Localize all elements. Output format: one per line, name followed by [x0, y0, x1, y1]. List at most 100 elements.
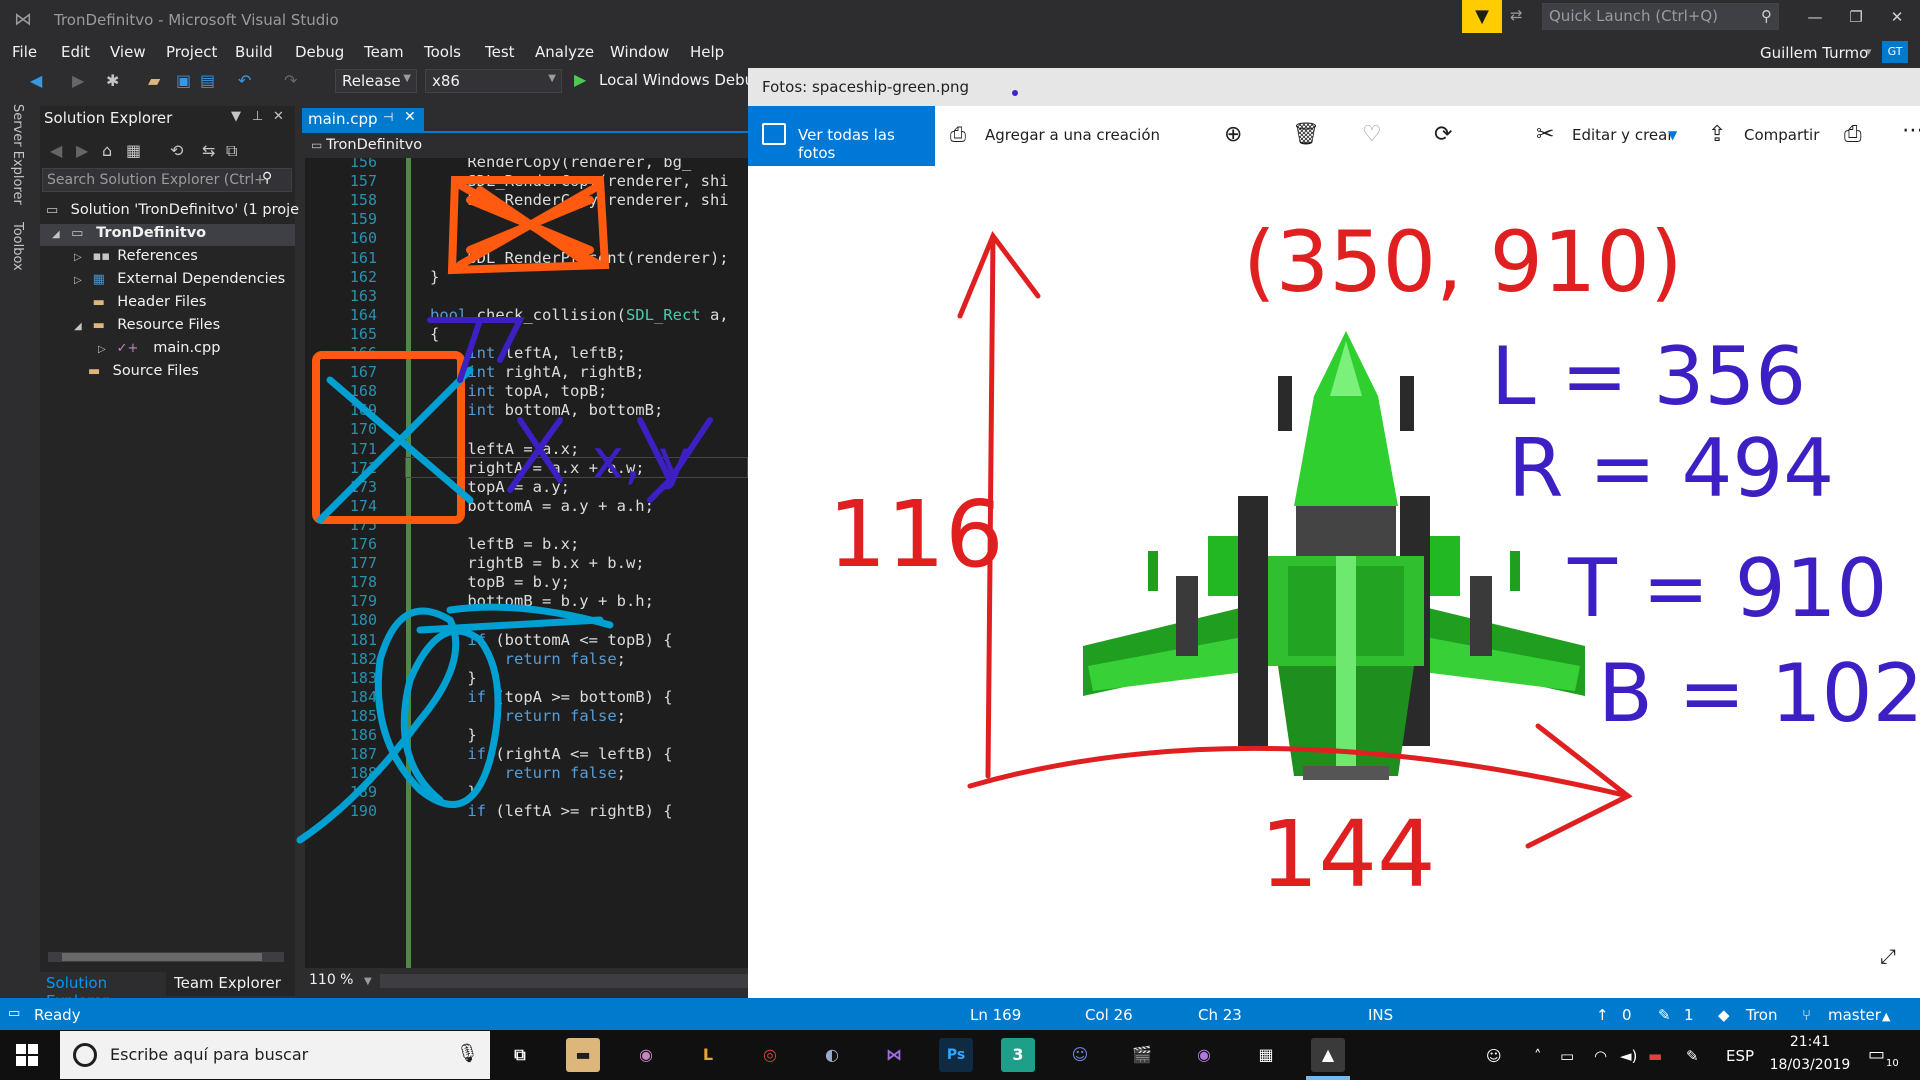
menu-view[interactable]: View [110, 43, 146, 61]
code-line[interactable]: SDL_RenderCopy(renderer, shi [430, 191, 728, 209]
sync-icon[interactable]: ⇆ [202, 141, 215, 160]
video-editor-icon[interactable]: 🎬 [1125, 1038, 1159, 1072]
zoom-combo[interactable]: 110 % ▼ [305, 970, 377, 992]
quick-launch-input[interactable]: Quick Launch (Ctrl+Q) ⚲ [1542, 3, 1779, 30]
menu-team[interactable]: Team [364, 43, 404, 61]
tree-item-project[interactable]: ◢ ▭ TronDefinitvo [52, 225, 206, 248]
add-to-creation-icon[interactable]: ⎙ [950, 122, 966, 146]
user-name[interactable]: Guillem Turmo [1760, 44, 1868, 62]
menu-test[interactable]: Test [485, 43, 515, 61]
code-line[interactable]: RenderCopy(renderer, bg_ [430, 158, 691, 171]
notification-center-icon[interactable]: ▭ [1868, 1044, 1885, 1065]
pen-workspace-icon[interactable]: ✎ [1686, 1047, 1699, 1065]
delete-icon[interactable]: 🗑 [1292, 122, 1320, 147]
menu-debug[interactable]: Debug [295, 43, 344, 61]
visual-studio-icon[interactable]: ⋈ [877, 1038, 911, 1072]
code-editor[interactable]: 156 RenderCopy(renderer, bg_ 157 SDL_Rend… [305, 158, 748, 968]
save-all-icon[interactable]: ▤ [200, 71, 215, 90]
edit-create-icon[interactable]: ✂ [1536, 122, 1554, 147]
code-line[interactable]: if (topA >= bottomB) { [430, 688, 672, 706]
chevron-down-icon[interactable]: ▾ [1866, 45, 1872, 58]
menu-window[interactable]: Window [610, 43, 669, 61]
server-explorer-tab[interactable]: Server Explorer [10, 104, 25, 205]
code-line[interactable]: if (bottomA <= topB) { [430, 631, 672, 649]
platform-combo[interactable]: x86 ▼ [425, 69, 562, 93]
minimize-button[interactable]: — [1795, 4, 1835, 30]
code-line[interactable]: } [430, 268, 439, 286]
wifi-icon[interactable]: ◠ [1594, 1047, 1607, 1065]
clock-date[interactable]: 18/03/2019 [1766, 1057, 1854, 1073]
code-line[interactable]: topB = b.y; [430, 573, 570, 591]
chevron-down-icon[interactable]: ▼ [1668, 128, 1677, 142]
code-line[interactable]: } [430, 726, 476, 744]
notification-filter-icon[interactable]: ▼ [1462, 0, 1502, 33]
scrollbar-thumb[interactable] [62, 953, 262, 961]
close-icon[interactable]: ✕ [404, 109, 416, 125]
menu-project[interactable]: Project [166, 43, 217, 61]
photos-app-icon[interactable]: ▲ [1311, 1038, 1345, 1072]
menu-tools[interactable]: Tools [424, 43, 461, 61]
code-line[interactable]: int topA, topB; [430, 382, 607, 400]
print-icon[interactable]: ⎙ [1844, 122, 1862, 147]
feedback-icon[interactable]: ⇄ [1510, 6, 1532, 28]
collapsed-arrow-icon[interactable]: ▷ [74, 275, 88, 286]
menu-analyze[interactable]: Analyze [535, 43, 594, 61]
windows-start-icon[interactable] [14, 1042, 40, 1068]
discord-icon[interactable]: ☺ [1063, 1038, 1097, 1072]
tree-item-solution[interactable]: ▭ Solution 'TronDefinitvo' (1 proje [46, 202, 299, 225]
code-line[interactable]: int leftA, leftB; [430, 344, 626, 362]
file-explorer-icon[interactable]: ▬ [566, 1038, 600, 1072]
tab-solution-explorer[interactable]: Solution Explorer [40, 972, 166, 1010]
code-line[interactable]: topA = a.y; [430, 478, 570, 496]
code-line[interactable]: if (rightA <= leftB) { [430, 745, 672, 763]
close-button[interactable]: ✕ [1877, 4, 1917, 30]
code-line[interactable]: rightB = b.x + b.w; [430, 554, 644, 572]
tree-item-main-cpp[interactable]: ▷ ✓+ main.cpp [98, 340, 220, 363]
open-folder-icon[interactable]: ▰ [148, 71, 160, 90]
code-line[interactable]: bottomA = a.y + a.h; [430, 497, 654, 515]
history-icon[interactable]: ⟲ [170, 141, 183, 160]
more-options-icon[interactable]: ⋯ [1902, 118, 1920, 143]
undo-icon[interactable]: ↶ [238, 71, 251, 90]
toolbox-tab[interactable]: Toolbox [10, 222, 25, 271]
zoom-in-icon[interactable]: ⊕ [1224, 122, 1242, 147]
collapsed-arrow-icon[interactable]: ▷ [74, 252, 88, 263]
league-icon[interactable]: L [691, 1038, 725, 1072]
new-project-icon[interactable]: ✱ [106, 71, 119, 90]
code-line[interactable]: bottomB = b.y + b.h; [430, 592, 654, 610]
navigation-bar[interactable]: ▭ TronDefinitvo [305, 134, 748, 158]
expand-icon[interactable]: ⤢ [1880, 944, 1896, 968]
editor-horizontal-scrollbar[interactable] [380, 974, 748, 988]
play-icon[interactable]: ▶ [574, 70, 586, 89]
home-icon[interactable]: ⌂ [102, 141, 112, 160]
expanded-arrow-icon[interactable]: ◢ [52, 229, 66, 240]
close-icon[interactable]: ✕ [273, 109, 284, 124]
gpu-tray-icon[interactable]: ▬ [1648, 1047, 1662, 1065]
code-line[interactable]: } [430, 669, 476, 687]
repo-name[interactable]: Tron [1746, 1006, 1777, 1024]
solution-explorer-search-input[interactable]: Search Solution Explorer (Ctrl+ [42, 168, 292, 192]
task-view-icon[interactable]: ⧉ [503, 1038, 537, 1072]
collapsed-arrow-icon[interactable]: ▷ [98, 344, 112, 355]
code-line[interactable]: return false; [430, 764, 626, 782]
tree-item-references[interactable]: ▷ ▪▪ References [74, 248, 198, 271]
code-line[interactable]: SDL_RenderPresent(renderer); [430, 249, 728, 267]
share-button[interactable]: Compartir [1744, 126, 1819, 144]
menu-file[interactable]: File [12, 43, 37, 61]
code-line[interactable]: if (leftA >= rightB) { [430, 802, 672, 820]
input-language[interactable]: ESP [1726, 1047, 1754, 1065]
code-line[interactable]: bool check_collision(SDL_Rect a, [430, 306, 729, 324]
code-line[interactable]: { [430, 325, 439, 343]
redo-icon[interactable]: ↷ [284, 71, 297, 90]
restore-button[interactable]: ❐ [1836, 4, 1876, 30]
favorite-heart-icon[interactable]: ♡ [1362, 122, 1382, 147]
search-icon[interactable]: ⚲ [262, 170, 272, 186]
branch-name[interactable]: master [1828, 1006, 1881, 1024]
chevron-up-icon[interactable]: ▲ [1882, 1010, 1890, 1023]
edit-create-button[interactable]: Editar y crear [1572, 126, 1674, 144]
tree-item-source-files[interactable]: ▬ Source Files [88, 363, 199, 386]
add-to-creation-button[interactable]: Agregar a una creación [985, 126, 1160, 144]
switch-views-icon[interactable]: ▦ [126, 141, 141, 160]
menu-build[interactable]: Build [235, 43, 273, 61]
paint-3d-icon[interactable]: ◉ [629, 1038, 663, 1072]
